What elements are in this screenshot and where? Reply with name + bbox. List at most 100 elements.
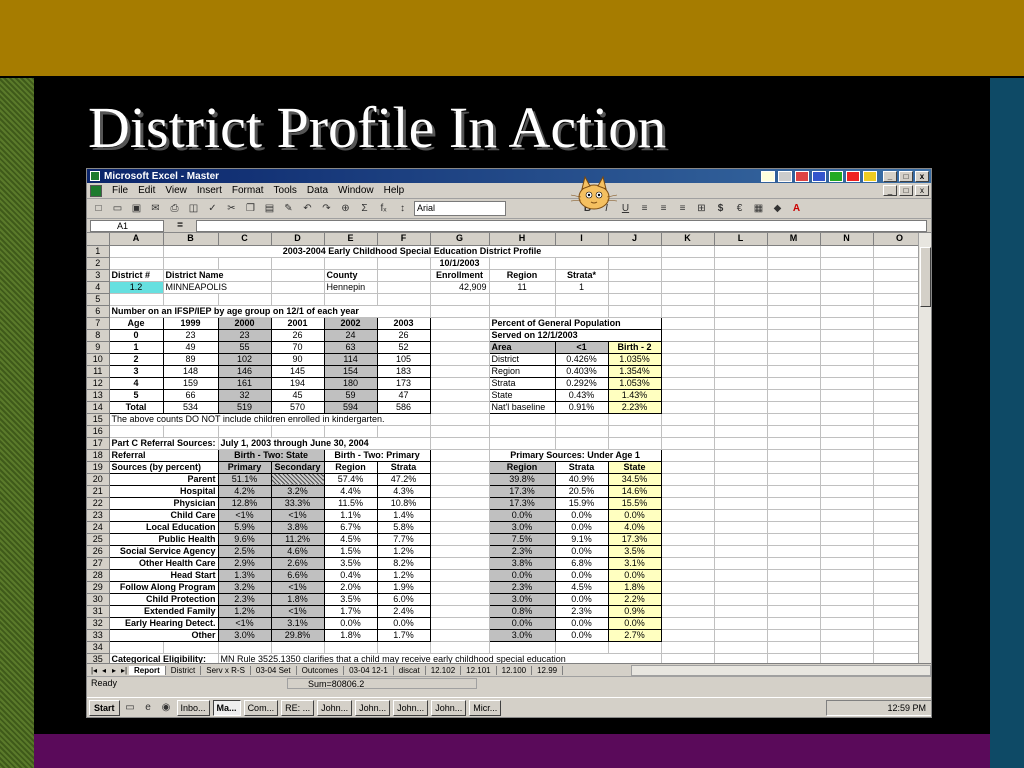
column-header[interactable]: J xyxy=(608,233,662,246)
cell[interactable] xyxy=(767,293,821,306)
age-count[interactable]: 102 xyxy=(217,352,272,366)
state-secondary[interactable]: 11.2% xyxy=(270,532,325,546)
cell[interactable] xyxy=(820,581,874,594)
menu-help[interactable]: Help xyxy=(384,185,405,196)
state-secondary[interactable]: 3.1% xyxy=(270,616,325,630)
cell[interactable] xyxy=(820,425,874,438)
state-primary[interactable]: 5.9% xyxy=(217,520,272,534)
primary-strata[interactable]: 1.4% xyxy=(376,508,431,522)
referral-source[interactable]: Head Start xyxy=(108,568,219,582)
pct-value[interactable]: 1.035% xyxy=(607,352,662,366)
cell[interactable] xyxy=(489,257,556,270)
cell[interactable] xyxy=(661,473,715,486)
menu-edit[interactable]: Edit xyxy=(138,185,155,196)
cell[interactable] xyxy=(608,437,662,450)
cell[interactable] xyxy=(661,341,715,354)
under-one-strata[interactable]: 0.0% xyxy=(554,616,609,630)
cell[interactable] xyxy=(271,641,325,654)
pct-value[interactable]: 0.91% xyxy=(554,400,609,414)
report-title[interactable]: 2003-2004 Early Childhood Special Educat… xyxy=(163,245,662,258)
under-one-state[interactable]: 3.5% xyxy=(607,544,662,558)
cell[interactable] xyxy=(767,353,821,366)
region[interactable]: 11 xyxy=(489,281,556,294)
hyperlink-icon[interactable]: ⊕ xyxy=(338,201,353,216)
under-one-strata[interactable]: 0.0% xyxy=(554,520,609,534)
col-header[interactable]: Strata xyxy=(554,460,609,474)
name-box[interactable]: A1 xyxy=(90,219,164,232)
under-one-strata[interactable]: 6.8% xyxy=(554,556,609,570)
col-header[interactable]: Region xyxy=(488,460,556,474)
age-count[interactable]: 59 xyxy=(323,388,378,402)
cell[interactable] xyxy=(820,473,874,486)
age-count[interactable]: 32 xyxy=(217,388,272,402)
cell[interactable] xyxy=(608,281,662,294)
cell[interactable] xyxy=(820,593,874,606)
cell[interactable] xyxy=(489,305,556,318)
age-count[interactable]: 47 xyxy=(376,388,431,402)
cell[interactable] xyxy=(714,377,768,390)
cell[interactable] xyxy=(661,521,715,534)
under-one-state[interactable]: 15.5% xyxy=(607,496,662,510)
primary-region[interactable]: 11.5% xyxy=(323,496,378,510)
preview-icon[interactable]: ◫ xyxy=(186,201,201,216)
under-one-strata[interactable]: 0.0% xyxy=(554,508,609,522)
cell[interactable] xyxy=(430,341,490,354)
under-one-region[interactable]: 2.3% xyxy=(488,544,556,558)
hdr-district-name[interactable]: District Name xyxy=(163,269,272,282)
cell[interactable] xyxy=(608,425,662,438)
row-header[interactable]: 28 xyxy=(87,569,110,582)
age-header[interactable]: Age xyxy=(108,316,164,330)
row-header[interactable]: 14 xyxy=(87,401,110,414)
year-header[interactable]: 2002 xyxy=(323,316,378,330)
open-icon[interactable]: ▭ xyxy=(110,201,125,216)
year-header[interactable]: 2003 xyxy=(376,316,431,330)
cell[interactable] xyxy=(714,293,768,306)
under-one-state[interactable]: 2.7% xyxy=(607,628,662,642)
sheet-tab[interactable]: Outcomes xyxy=(297,665,345,675)
cell[interactable] xyxy=(767,593,821,606)
paste-icon[interactable]: ▤ xyxy=(262,201,277,216)
under-one-strata[interactable]: 15.9% xyxy=(554,496,609,510)
column-header[interactable]: G xyxy=(430,233,490,246)
align-center-icon[interactable]: ≡ xyxy=(656,201,671,216)
sources-header[interactable]: Sources (by percent) xyxy=(108,460,219,474)
cell[interactable] xyxy=(430,629,490,642)
cell[interactable] xyxy=(377,281,431,294)
doc-close-button[interactable]: x xyxy=(915,185,929,196)
sheet-tab[interactable]: 12.100 xyxy=(497,665,533,675)
primary-strata[interactable]: 7.7% xyxy=(376,532,431,546)
menu-format[interactable]: Format xyxy=(232,185,264,196)
year-header[interactable]: 2000 xyxy=(217,316,272,330)
cell[interactable] xyxy=(430,317,490,330)
age-label[interactable]: 2 xyxy=(108,352,164,366)
cell[interactable] xyxy=(767,461,821,474)
cell[interactable] xyxy=(767,245,821,258)
pct-value[interactable]: 1.43% xyxy=(607,388,662,402)
scroll-thumb[interactable] xyxy=(920,247,931,307)
taskbar-task[interactable]: Micr... xyxy=(469,699,502,716)
cell[interactable] xyxy=(661,497,715,510)
cell[interactable] xyxy=(109,425,164,438)
pct-title[interactable]: Percent of General Population xyxy=(488,316,662,330)
cell[interactable] xyxy=(430,305,490,318)
under-one-state[interactable]: 2.2% xyxy=(607,592,662,606)
state-secondary[interactable] xyxy=(270,472,325,486)
age-count[interactable]: 570 xyxy=(270,400,325,414)
row-header[interactable]: 29 xyxy=(87,581,110,594)
cell[interactable] xyxy=(820,341,874,354)
cell[interactable] xyxy=(714,389,768,402)
under-one-state[interactable]: 34.5% xyxy=(607,472,662,486)
cell[interactable] xyxy=(661,329,715,342)
primary-strata[interactable]: 10.8% xyxy=(376,496,431,510)
cell[interactable] xyxy=(767,257,821,270)
pct-header[interactable]: Birth - 2 xyxy=(607,340,662,354)
cell[interactable] xyxy=(714,653,768,663)
fill-color-icon[interactable]: ◆ xyxy=(770,201,785,216)
primary-region[interactable]: 3.5% xyxy=(323,592,378,606)
under-one-state[interactable]: 17.3% xyxy=(607,532,662,546)
under-one-region[interactable]: 3.8% xyxy=(488,556,556,570)
cell[interactable] xyxy=(714,605,768,618)
age-count[interactable]: 145 xyxy=(270,364,325,378)
app-icon-1[interactable] xyxy=(761,170,775,182)
cell[interactable] xyxy=(377,269,431,282)
